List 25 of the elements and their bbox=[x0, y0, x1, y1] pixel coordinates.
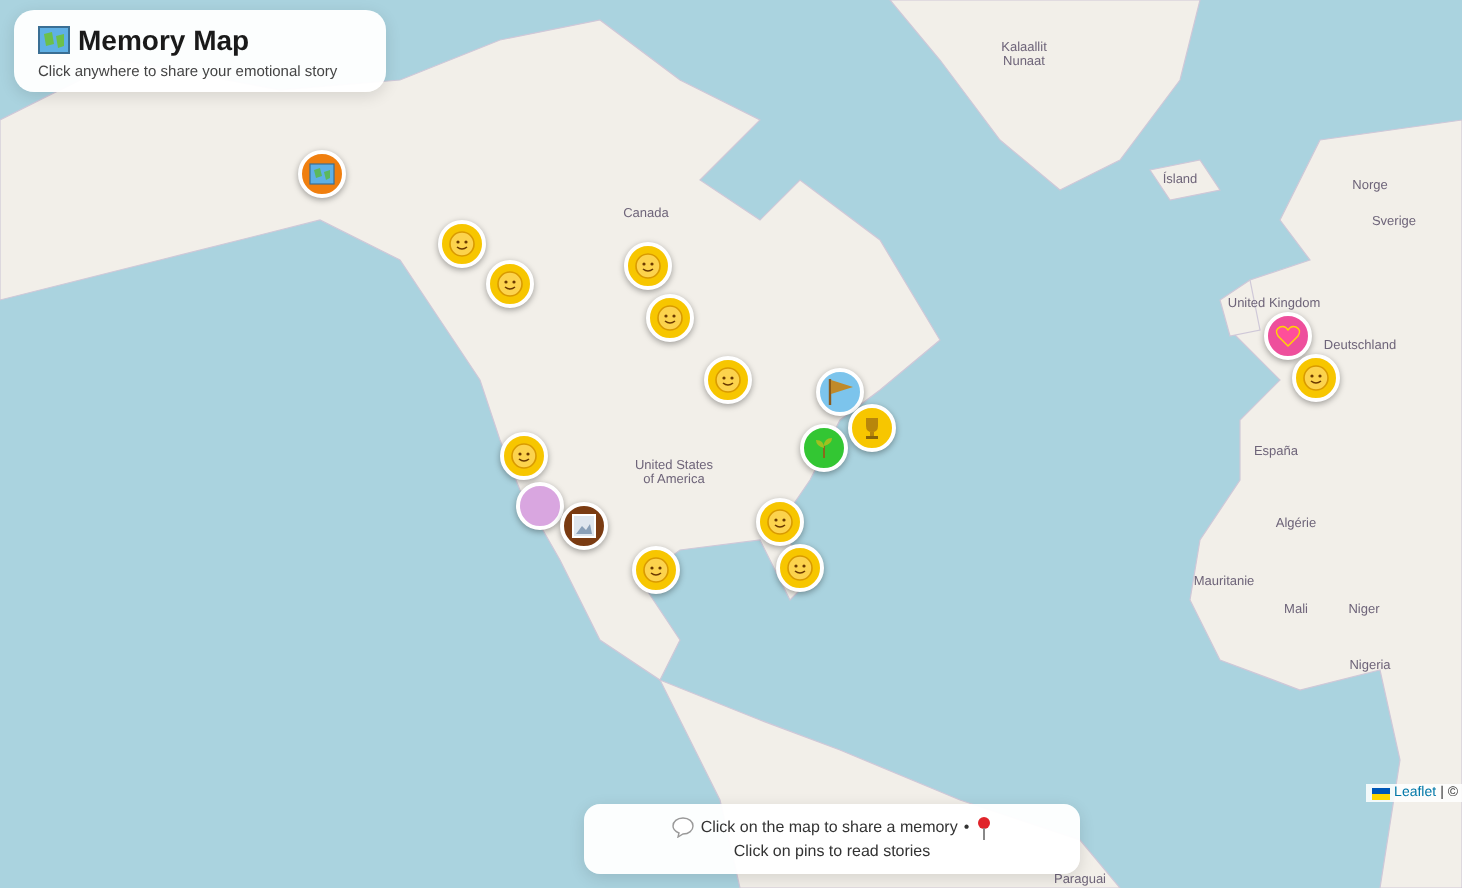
smiley-icon bbox=[714, 366, 742, 394]
smiley-icon bbox=[766, 508, 794, 536]
smiley-icon bbox=[1302, 364, 1330, 392]
picture-frame-icon bbox=[570, 512, 598, 540]
app-title: Memory Map bbox=[78, 24, 250, 56]
thought-bubble-icon bbox=[672, 816, 695, 838]
smiley-icon bbox=[786, 554, 814, 582]
flag-icon bbox=[826, 378, 854, 406]
hint-text: Click on the map to share a memory bbox=[700, 815, 958, 839]
heart-icon bbox=[1274, 322, 1302, 350]
map-icon bbox=[308, 160, 336, 188]
pushpin-icon bbox=[975, 815, 992, 839]
smiley-icon bbox=[448, 230, 476, 258]
hint-text: Click on pins to read stories bbox=[733, 839, 931, 863]
britain-land bbox=[1219, 279, 1261, 337]
smiley-icon bbox=[496, 270, 524, 298]
smiley-icon bbox=[510, 442, 538, 470]
smiley-icon bbox=[634, 252, 662, 280]
map-icon bbox=[38, 26, 70, 54]
smiley-icon bbox=[642, 556, 670, 584]
separator-text: • bbox=[963, 815, 970, 839]
flag-icon bbox=[1372, 787, 1391, 799]
iceland-land bbox=[1149, 159, 1221, 201]
smiley-icon bbox=[656, 304, 684, 332]
sprout-icon bbox=[810, 434, 838, 462]
